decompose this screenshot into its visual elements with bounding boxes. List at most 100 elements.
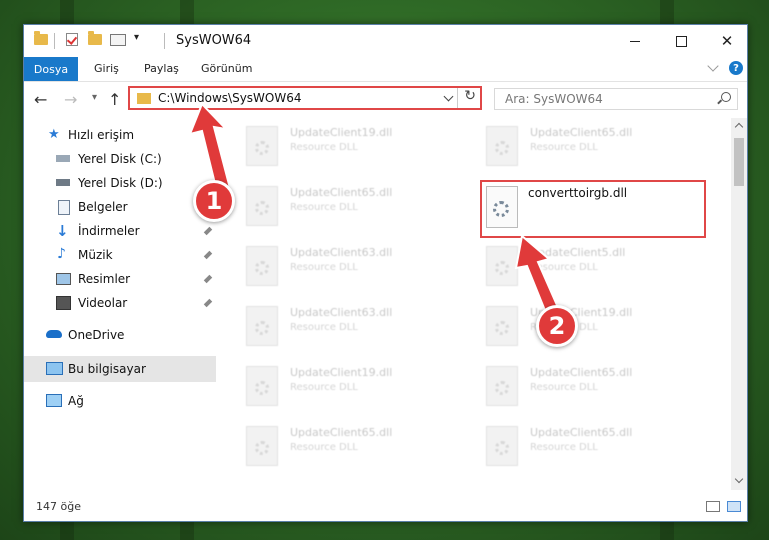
gear-icon <box>493 201 509 217</box>
dll-file-icon <box>246 126 278 166</box>
sidebar-item-label: Müzik <box>78 248 113 262</box>
dll-file-icon <box>486 366 518 406</box>
dll-file-icon <box>486 246 518 286</box>
pin-icon[interactable] <box>203 250 213 260</box>
list-item[interactable]: UpdateClient65.dll Resource DLL <box>486 362 716 416</box>
search-placeholder: Ara: SysWOW64 <box>505 92 603 106</box>
navigation-pane: ★ Hızlı erişim Yerel Disk (C:) Yerel Dis… <box>24 118 216 490</box>
dll-file-icon <box>486 126 518 166</box>
properties-check-icon[interactable] <box>66 33 78 46</box>
dll-file-icon <box>246 426 278 466</box>
tab-share[interactable]: Paylaş <box>144 62 179 75</box>
expand-ribbon-icon[interactable] <box>707 60 719 72</box>
dll-file-icon <box>486 306 518 346</box>
sidebar-item-onedrive[interactable]: OneDrive <box>24 324 216 346</box>
sidebar-item-network[interactable]: Ağ <box>24 390 216 412</box>
cloud-icon <box>46 330 62 338</box>
sidebar-item-disk-d[interactable]: Yerel Disk (D:) <box>24 172 216 194</box>
forward-arrow-icon[interactable]: → <box>64 90 77 109</box>
help-icon[interactable]: ? <box>729 61 743 75</box>
pictures-icon <box>56 273 71 285</box>
sidebar-item-quick-access[interactable]: ★ Hızlı erişim <box>24 124 216 146</box>
maximize-icon <box>675 35 687 47</box>
scroll-up-icon[interactable] <box>734 122 744 132</box>
status-bar: 147 öğe <box>24 493 747 521</box>
divider <box>457 88 458 108</box>
folder-icon <box>137 93 151 104</box>
chevron-down-icon[interactable]: ▾ <box>134 32 139 43</box>
pin-icon[interactable] <box>203 226 213 236</box>
new-folder-icon[interactable] <box>88 31 102 45</box>
sidebar-item-label: OneDrive <box>68 328 125 342</box>
address-bar[interactable]: C:\Windows\SysWOW64 ↻ <box>128 86 482 110</box>
tab-view[interactable]: Görünüm <box>201 62 252 75</box>
chevron-down-icon[interactable] <box>443 91 454 102</box>
scrollbar-thumb[interactable] <box>734 138 744 186</box>
sidebar-item-label: Ağ <box>68 394 84 408</box>
customize-quick-access-icon[interactable] <box>110 34 126 46</box>
file-type: Resource DLL <box>290 202 358 213</box>
list-item[interactable]: UpdateClient65.dll Resource DLL <box>486 122 716 176</box>
list-item[interactable]: UpdateClient19.dll Resource DLL <box>486 302 716 356</box>
file-name: UpdateClient65.dll <box>290 186 393 199</box>
vertical-scrollbar[interactable] <box>731 118 747 490</box>
sidebar-item-this-pc[interactable]: Bu bilgisayar <box>24 356 216 382</box>
list-item[interactable]: UpdateClient19.dll Resource DLL <box>246 362 476 416</box>
maximize-button[interactable] <box>658 25 704 57</box>
tiles-view-icon[interactable] <box>727 501 741 512</box>
pin-icon[interactable] <box>203 274 213 284</box>
tab-file[interactable]: Dosya <box>24 57 78 81</box>
details-view-icon[interactable] <box>706 501 720 512</box>
sidebar-item-disk-c[interactable]: Yerel Disk (C:) <box>24 148 216 170</box>
file-name: UpdateClient65.dll <box>290 426 393 439</box>
sidebar-item-label: Hızlı erişim <box>68 128 135 142</box>
sidebar-item-downloads[interactable]: ↓ İndirmeler <box>24 220 216 242</box>
file-type: Resource DLL <box>290 442 358 453</box>
window-title: SysWOW64 <box>176 33 252 48</box>
dll-file-icon <box>246 186 278 226</box>
list-item[interactable]: UpdateClient65.dll Resource DLL <box>246 182 476 236</box>
list-item[interactable]: UpdateClient65.dll Resource DLL <box>246 422 476 476</box>
list-item[interactable]: UpdateClient65.dll Resource DLL <box>486 422 716 476</box>
star-icon: ★ <box>48 127 60 142</box>
documents-icon <box>58 200 70 215</box>
file-type: Resource DLL <box>530 382 598 393</box>
sidebar-item-documents[interactable]: Belgeler <box>24 196 216 218</box>
file-name: UpdateClient19.dll <box>290 126 393 139</box>
download-icon: ↓ <box>56 222 69 240</box>
file-type: Resource DLL <box>290 142 358 153</box>
refresh-icon[interactable]: ↻ <box>464 88 476 104</box>
navigation-bar: ← → ▾ ↑ C:\Windows\SysWOW64 ↻ Ara: SysWO… <box>24 82 747 118</box>
pin-icon[interactable] <box>203 298 213 308</box>
address-path[interactable]: C:\Windows\SysWOW64 <box>158 91 302 105</box>
file-type: Resource DLL <box>290 322 358 333</box>
search-input[interactable]: Ara: SysWOW64 <box>494 88 738 110</box>
highlighted-file-item[interactable]: converttoirgb.dll <box>480 180 706 238</box>
back-arrow-icon[interactable]: ← <box>34 90 47 109</box>
sidebar-item-videos[interactable]: Videolar <box>24 292 216 314</box>
list-item[interactable]: UpdateClient19.dll Resource DLL <box>246 122 476 176</box>
divider <box>164 33 165 49</box>
dll-file-icon <box>246 306 278 346</box>
file-list: UpdateClient19.dll Resource DLL UpdateCl… <box>236 118 732 490</box>
file-type: Resource DLL <box>530 442 598 453</box>
scroll-down-icon[interactable] <box>734 474 744 484</box>
network-icon <box>46 394 62 407</box>
close-button[interactable]: ✕ <box>704 25 747 57</box>
folder-icon <box>34 31 48 45</box>
list-item[interactable]: UpdateClient63.dll Resource DLL <box>246 302 476 356</box>
dll-file-icon <box>486 186 518 228</box>
sidebar-item-label: Yerel Disk (C:) <box>78 152 162 166</box>
search-icon[interactable] <box>721 92 731 102</box>
sidebar-item-music[interactable]: ♪ Müzik <box>24 244 216 266</box>
tab-home[interactable]: Giriş <box>94 62 119 75</box>
explorer-window: ▾ SysWOW64 ✕ Dosya Giriş Paylaş Görünüm … <box>23 24 748 522</box>
minimize-button[interactable] <box>612 25 658 57</box>
file-type: Resource DLL <box>290 262 358 273</box>
recent-locations-icon[interactable]: ▾ <box>92 92 97 103</box>
list-item[interactable]: UpdateClient63.dll Resource DLL <box>246 242 476 296</box>
sidebar-item-pictures[interactable]: Resimler <box>24 268 216 290</box>
up-arrow-icon[interactable]: ↑ <box>108 90 121 109</box>
list-item[interactable]: UpdateClient5.dll Resource DLL <box>486 242 716 296</box>
file-type: Resource DLL <box>530 262 598 273</box>
